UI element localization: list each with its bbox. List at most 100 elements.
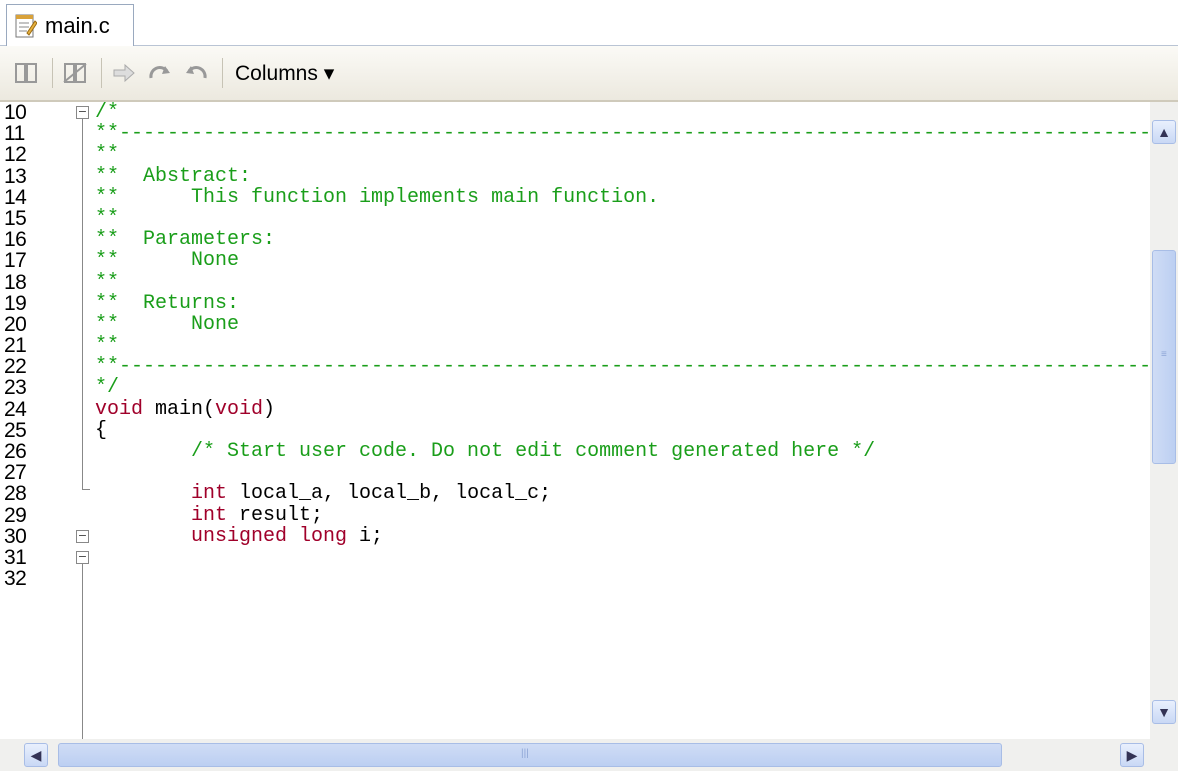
code-text: int result; (95, 503, 324, 527)
columns-dropdown[interactable]: Columns ▾ (235, 61, 334, 86)
code-line[interactable]: 15 ** (0, 208, 1150, 229)
code-line[interactable]: 19 ** Returns: (0, 292, 1150, 314)
line-number: 11 (4, 122, 25, 146)
code-line[interactable]: 12 ** (0, 144, 1150, 165)
code-line[interactable]: 26 /* Start user code. Do not edit comme… (0, 441, 1150, 462)
line-number: 25 (4, 418, 27, 442)
line-number: 24 (4, 397, 27, 421)
tab-strip: main.c (0, 0, 1178, 46)
code-keyword: int (191, 482, 228, 506)
code-line[interactable]: 21 ** (0, 335, 1150, 356)
line-number: 10 (4, 102, 27, 124)
code-text: { (95, 420, 107, 441)
code-line[interactable]: 16 ** Parameters: (0, 229, 1150, 250)
code-text: void main(void) (95, 399, 275, 420)
code-text: /* (95, 102, 119, 123)
code-line[interactable]: 20 ** None (0, 314, 1150, 335)
code-token: result; (227, 503, 324, 527)
code-line[interactable]: 27 (0, 462, 1150, 483)
line-number: 28 (4, 482, 27, 506)
code-text: ** (95, 144, 119, 165)
scroll-right-icon[interactable]: ▶ (1120, 743, 1144, 767)
line-number: 17 (4, 249, 27, 273)
scroll-up-icon[interactable]: ▲ (1152, 120, 1176, 144)
line-number: 13 (4, 164, 27, 188)
code-text: ** (95, 270, 120, 294)
code-text: ** Returns: (95, 293, 239, 314)
code-line[interactable]: 14 ** This function implements main funct… (0, 187, 1150, 208)
tab-main-c[interactable]: main.c (6, 4, 134, 46)
line-number: 27 (4, 461, 27, 485)
line-number: 22 (4, 355, 27, 379)
code-comment: ** Abstract: (95, 164, 252, 188)
code-line[interactable]: 32 (0, 568, 1150, 589)
code-line[interactable]: 29 int result; (0, 503, 1150, 527)
scroll-down-icon[interactable]: ▼ (1152, 700, 1176, 724)
line-number: 21 (4, 334, 27, 358)
line-number: 18 (4, 270, 27, 294)
bookmark-clear-icon[interactable] (59, 57, 91, 89)
code-text: ** Parameters: (95, 229, 275, 250)
tab-label: main.c (45, 12, 110, 38)
code-comment: */ (95, 376, 120, 400)
line-number: 29 (4, 503, 27, 527)
horizontal-scroll-thumb[interactable]: ||| (58, 743, 1002, 767)
code-line[interactable]: 25 { (0, 420, 1150, 441)
toolbar-separator (101, 58, 102, 88)
code-comment: ** (95, 270, 120, 294)
code-line[interactable]: 23 */ (0, 377, 1150, 398)
code-text: **--------------------------------------… (95, 356, 1150, 377)
grip-icon: ≡ (1161, 349, 1167, 360)
code-text: ** None (95, 314, 239, 335)
go-to-arrow-icon[interactable] (108, 57, 140, 89)
code-line[interactable]: 11 **------------------------------------… (0, 123, 1150, 144)
line-number: 23 (4, 376, 27, 400)
bookmark-toggle-icon[interactable] (10, 57, 42, 89)
code-line[interactable]: 31 (0, 547, 1150, 568)
code-editor[interactable]: − − − 10/* 11 **--------------------------… (0, 102, 1150, 739)
code-line[interactable]: 17 ** None (0, 250, 1150, 271)
redo-icon[interactable] (144, 57, 176, 89)
code-token: i; (347, 524, 384, 548)
code-text: **--------------------------------------… (95, 123, 1150, 144)
code-line[interactable]: 10 /* (0, 102, 1150, 123)
horizontal-scrollbar[interactable]: ◀ ||| ▶ (0, 739, 1178, 771)
vertical-scroll-thumb[interactable]: ≡ (1152, 250, 1176, 464)
code-comment: ** (95, 334, 120, 358)
code-line[interactable]: 13 ** Abstract: (0, 164, 1150, 188)
code-text: ** (95, 335, 119, 356)
toolbar-separator (52, 58, 53, 88)
code-text: int local_a, local_b, local_c; (95, 483, 551, 504)
code-comment: /* (95, 102, 120, 124)
grip-icon: ||| (521, 748, 529, 759)
code-line[interactable]: 18 ** (0, 270, 1150, 294)
code-comment: ** Returns: (95, 291, 240, 315)
line-number: 15 (4, 206, 27, 230)
line-number: 32 (4, 567, 27, 591)
code-comment: ** (95, 206, 120, 230)
line-number: 12 (4, 143, 27, 167)
code-line[interactable]: 30 unsigned long i; (0, 526, 1150, 547)
code-line[interactable]: 28 int local_a, local_b, local_c; (0, 483, 1150, 504)
code-comment: ** None (95, 249, 240, 273)
vertical-scrollbar[interactable]: ▲ ≡ ▼ (1150, 102, 1178, 739)
code-token: main( (143, 397, 216, 421)
code-comment: ** (95, 143, 120, 167)
scroll-left-icon[interactable]: ◀ (24, 743, 48, 767)
undo-icon[interactable] (180, 57, 212, 89)
code-line[interactable]: 22 **------------------------------------… (0, 356, 1150, 377)
code-keyword: unsigned long (191, 524, 348, 548)
code-comment: /* Start user code. Do not edit comment … (95, 440, 876, 463)
source-file-icon (15, 13, 38, 39)
toolbar-separator (222, 58, 223, 88)
code-text: ** None (95, 250, 239, 271)
line-number: 30 (4, 524, 27, 548)
code-line[interactable]: 24 void main(void) (0, 397, 1150, 421)
code-keyword: void (215, 397, 264, 421)
code-comment: ** None (95, 312, 240, 336)
code-token: ) (263, 397, 276, 421)
line-number: 20 (4, 312, 27, 336)
